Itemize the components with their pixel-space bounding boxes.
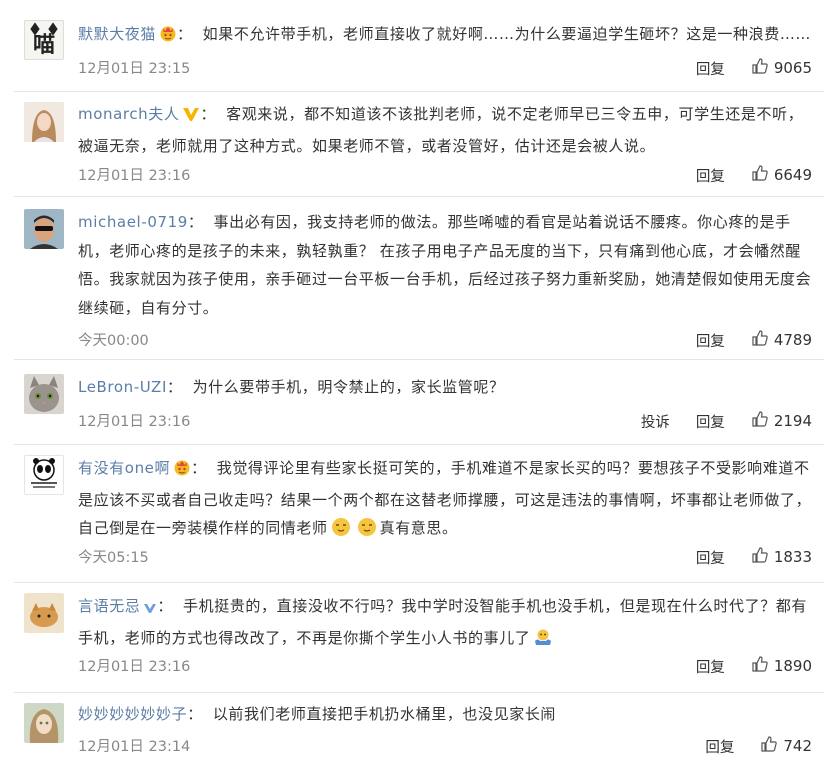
like-button[interactable]: 1833	[751, 546, 812, 568]
comment-body: michael-0719： 事出必有因，我支持老师的做法。那些唏嘘的看官是站着说话…	[78, 213, 812, 317]
comment-item: 言语无忌：手机挺贵的，直接没收不行吗？我中学时没智能手机也没手机，但是现在什么时…	[0, 583, 838, 693]
like-button[interactable]: 742	[760, 735, 812, 757]
comment-item: LeBron-UZI： 为什么要带手机，明令禁止的，家长监管呢？ 12月01日 2…	[0, 360, 838, 445]
comment-meta: 今天00:00 回复 4789	[78, 329, 812, 351]
thumbs-up-icon	[751, 410, 774, 432]
comment-item: 喵 默默大夜猫：如果不允许带手机，老师直接收了就好啊……为什么要逼迫学生砸坏？这…	[0, 0, 838, 92]
crown-emoji-icon	[173, 457, 191, 486]
thumbs-up-icon	[751, 329, 774, 351]
avatar[interactable]	[24, 455, 64, 495]
reply-button[interactable]: 回复	[705, 736, 734, 757]
comment-item: michael-0719： 事出必有因，我支持老师的做法。那些唏嘘的看官是站着说话…	[0, 197, 838, 360]
comment-actions: 回复 1890	[670, 655, 812, 677]
thumbs-up-icon	[751, 655, 774, 677]
comment-body: 有没有one啊：我觉得评论里有些家长挺可笑的，手机难道不是家长买的吗？要想孩子不…	[78, 454, 816, 547]
comment-body: 妙妙妙妙妙妙子： 以前我们老师直接把手机扔水桶里，也没见家长闹	[78, 705, 557, 723]
thumbs-up-icon	[751, 164, 774, 186]
username[interactable]: michael-0719	[78, 213, 188, 231]
comment-meta: 12月01日 23:15 回复 9065	[78, 57, 812, 79]
like-button[interactable]: 4789	[751, 329, 812, 351]
comment-body: LeBron-UZI： 为什么要带手机，明令禁止的，家长监管呢？	[78, 378, 505, 396]
username[interactable]: monarch夫人	[78, 105, 179, 123]
gold-v-badge-icon	[182, 103, 200, 132]
comment-actions: 回复 9065	[670, 57, 812, 79]
thumbs-up-icon	[751, 546, 774, 568]
avatar[interactable]	[24, 102, 64, 142]
comment-meta: 12月01日 23:16 回复 1890	[78, 655, 812, 677]
reply-button[interactable]: 回复	[696, 330, 725, 351]
comment-meta: 12月01日 23:14 回复 742	[78, 735, 812, 757]
like-button[interactable]: 1890	[751, 655, 812, 677]
reply-button[interactable]: 回复	[696, 547, 725, 568]
reply-button[interactable]: 回复	[696, 656, 725, 677]
comment-list: 喵 默默大夜猫：如果不允许带手机，老师直接收了就好啊……为什么要逼迫学生砸坏？这…	[0, 0, 838, 763]
report-button[interactable]: 投诉	[641, 411, 670, 432]
timestamp: 12月01日 23:15	[78, 61, 191, 77]
comment-text: 为什么要带手机，明令禁止的，家长监管呢？	[192, 378, 505, 396]
avatar[interactable]	[24, 593, 64, 633]
thumbs-up-icon	[751, 57, 774, 79]
comment-item: 妙妙妙妙妙妙子： 以前我们老师直接把手机扔水桶里，也没见家长闹 12月01日 23…	[0, 693, 838, 763]
comment-text-tail: 真有意思。	[379, 519, 458, 537]
comment-actions: 回复 742	[679, 735, 812, 757]
avatar[interactable]	[24, 703, 64, 743]
comment-actions: 回复 1833	[670, 546, 812, 568]
shrug-emoji-icon	[533, 627, 553, 657]
reply-button[interactable]: 回复	[696, 411, 725, 432]
timestamp: 12月01日 23:14	[78, 739, 191, 755]
like-button[interactable]: 2194	[751, 410, 812, 432]
username[interactable]: 言语无忌	[78, 597, 140, 615]
comment-text: 以前我们老师直接把手机扔水桶里，也没见家长闹	[212, 705, 557, 723]
like-count: 6649	[773, 166, 812, 184]
timestamp: 12月01日 23:16	[78, 168, 191, 184]
comment-actions: 投诉 回复 2194	[615, 410, 812, 432]
like-count: 2194	[773, 412, 812, 430]
avatar[interactable]	[24, 209, 64, 249]
timestamp: 12月01日 23:16	[78, 659, 191, 675]
comment-item: 有没有one啊：我觉得评论里有些家长挺可笑的，手机难道不是家长买的吗？要想孩子不…	[0, 445, 838, 583]
like-count: 1890	[773, 657, 812, 675]
like-count: 742	[783, 737, 812, 755]
crown-emoji-icon	[159, 23, 177, 52]
comment-body: 默默大夜猫：如果不允许带手机，老师直接收了就好啊……为什么要逼迫学生砸坏？这是一…	[78, 20, 816, 52]
comment-item: monarch夫人：客观来说，都不知道该不该批判老师，说不定老师早已三令五申，可…	[0, 92, 838, 197]
like-count: 4789	[773, 331, 812, 349]
username[interactable]: 默默大夜猫	[78, 25, 156, 43]
smirk-emoji-icon	[331, 517, 351, 547]
like-count: 9065	[773, 59, 812, 77]
comment-body: monarch夫人：客观来说，都不知道该不该批判老师，说不定老师早已三令五申，可…	[78, 103, 804, 155]
comment-text: 手机挺贵的，直接没收不行吗？我中学时没智能手机也没手机，但是现在什么时代了？都有…	[78, 597, 808, 647]
timestamp: 今天05:15	[78, 550, 149, 566]
comment-meta: 12月01日 23:16 投诉 回复 2194	[78, 410, 812, 432]
username[interactable]: 妙妙妙妙妙妙子	[78, 705, 187, 723]
like-button[interactable]: 9065	[751, 57, 812, 79]
comment-actions: 回复 6649	[670, 164, 812, 186]
reply-button[interactable]: 回复	[696, 58, 725, 79]
like-count: 1833	[773, 548, 812, 566]
avatar[interactable]	[24, 374, 64, 414]
small-v-badge-icon	[143, 595, 157, 624]
comment-body: 言语无忌：手机挺贵的，直接没收不行吗？我中学时没智能手机也没手机，但是现在什么时…	[78, 592, 816, 656]
username[interactable]: 有没有one啊	[78, 459, 170, 477]
reply-button[interactable]: 回复	[696, 165, 725, 186]
comment-meta: 今天05:15 回复 1833	[78, 546, 812, 568]
comment-text: 如果不允许带手机，老师直接收了就好啊……为什么要逼迫学生砸坏？这是一种浪费……	[202, 25, 812, 43]
thumbs-up-icon	[760, 735, 783, 757]
avatar-text: 喵	[32, 33, 55, 58]
timestamp: 12月01日 23:16	[78, 414, 191, 430]
comment-meta: 12月01日 23:16 回复 6649	[78, 164, 812, 186]
like-button[interactable]: 6649	[751, 164, 812, 186]
comment-actions: 回复 4789	[670, 329, 812, 351]
smirk-emoji-icon	[357, 517, 377, 547]
avatar[interactable]: 喵	[24, 20, 64, 60]
timestamp: 今天00:00	[78, 333, 149, 349]
username[interactable]: LeBron-UZI	[78, 378, 167, 396]
